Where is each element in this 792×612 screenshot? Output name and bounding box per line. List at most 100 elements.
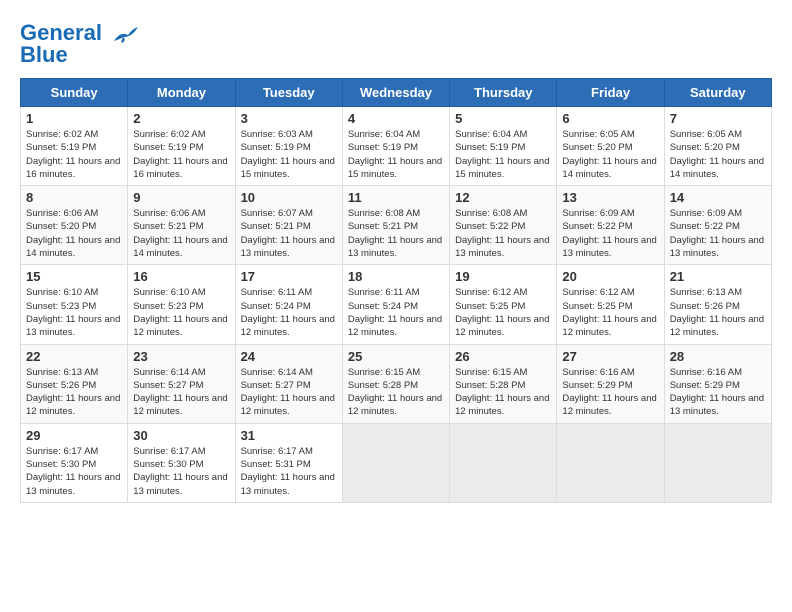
- day-info: Sunrise: 6:02 AM Sunset: 5:19 PM Dayligh…: [26, 128, 122, 181]
- calendar-day-cell: 30 Sunrise: 6:17 AM Sunset: 5:30 PM Dayl…: [128, 423, 235, 502]
- calendar-week-row: 1 Sunrise: 6:02 AM Sunset: 5:19 PM Dayli…: [21, 107, 772, 186]
- calendar-week-row: 29 Sunrise: 6:17 AM Sunset: 5:30 PM Dayl…: [21, 423, 772, 502]
- day-info: Sunrise: 6:09 AM Sunset: 5:22 PM Dayligh…: [562, 207, 658, 260]
- day-info: Sunrise: 6:13 AM Sunset: 5:26 PM Dayligh…: [26, 366, 122, 419]
- day-number: 6: [562, 111, 658, 126]
- calendar-day-cell: [664, 423, 771, 502]
- day-info: Sunrise: 6:11 AM Sunset: 5:24 PM Dayligh…: [241, 286, 337, 339]
- day-info: Sunrise: 6:10 AM Sunset: 5:23 PM Dayligh…: [133, 286, 229, 339]
- day-number: 10: [241, 190, 337, 205]
- calendar-day-cell: 20 Sunrise: 6:12 AM Sunset: 5:25 PM Dayl…: [557, 265, 664, 344]
- calendar-day-cell: [450, 423, 557, 502]
- day-info: Sunrise: 6:17 AM Sunset: 5:30 PM Dayligh…: [133, 445, 229, 498]
- day-info: Sunrise: 6:04 AM Sunset: 5:19 PM Dayligh…: [455, 128, 551, 181]
- day-info: Sunrise: 6:10 AM Sunset: 5:23 PM Dayligh…: [26, 286, 122, 339]
- calendar-header-row: SundayMondayTuesdayWednesdayThursdayFrid…: [21, 79, 772, 107]
- day-info: Sunrise: 6:12 AM Sunset: 5:25 PM Dayligh…: [455, 286, 551, 339]
- calendar-day-cell: 12 Sunrise: 6:08 AM Sunset: 5:22 PM Dayl…: [450, 186, 557, 265]
- day-number: 15: [26, 269, 122, 284]
- day-info: Sunrise: 6:11 AM Sunset: 5:24 PM Dayligh…: [348, 286, 444, 339]
- day-number: 7: [670, 111, 766, 126]
- calendar-day-cell: 25 Sunrise: 6:15 AM Sunset: 5:28 PM Dayl…: [342, 344, 449, 423]
- day-info: Sunrise: 6:06 AM Sunset: 5:20 PM Dayligh…: [26, 207, 122, 260]
- calendar-day-cell: 7 Sunrise: 6:05 AM Sunset: 5:20 PM Dayli…: [664, 107, 771, 186]
- day-info: Sunrise: 6:03 AM Sunset: 5:19 PM Dayligh…: [241, 128, 337, 181]
- day-info: Sunrise: 6:16 AM Sunset: 5:29 PM Dayligh…: [670, 366, 766, 419]
- day-number: 9: [133, 190, 229, 205]
- weekday-header: Saturday: [664, 79, 771, 107]
- day-number: 11: [348, 190, 444, 205]
- calendar-day-cell: 14 Sunrise: 6:09 AM Sunset: 5:22 PM Dayl…: [664, 186, 771, 265]
- day-info: Sunrise: 6:05 AM Sunset: 5:20 PM Dayligh…: [562, 128, 658, 181]
- day-number: 5: [455, 111, 551, 126]
- calendar-table: SundayMondayTuesdayWednesdayThursdayFrid…: [20, 78, 772, 503]
- page-header: General Blue: [20, 20, 772, 68]
- calendar-day-cell: [342, 423, 449, 502]
- day-info: Sunrise: 6:07 AM Sunset: 5:21 PM Dayligh…: [241, 207, 337, 260]
- day-number: 20: [562, 269, 658, 284]
- day-number: 22: [26, 349, 122, 364]
- weekday-header: Sunday: [21, 79, 128, 107]
- day-number: 14: [670, 190, 766, 205]
- day-number: 17: [241, 269, 337, 284]
- calendar-day-cell: 16 Sunrise: 6:10 AM Sunset: 5:23 PM Dayl…: [128, 265, 235, 344]
- day-info: Sunrise: 6:17 AM Sunset: 5:30 PM Dayligh…: [26, 445, 122, 498]
- calendar-day-cell: 3 Sunrise: 6:03 AM Sunset: 5:19 PM Dayli…: [235, 107, 342, 186]
- calendar-day-cell: 23 Sunrise: 6:14 AM Sunset: 5:27 PM Dayl…: [128, 344, 235, 423]
- calendar-day-cell: 29 Sunrise: 6:17 AM Sunset: 5:30 PM Dayl…: [21, 423, 128, 502]
- day-info: Sunrise: 6:12 AM Sunset: 5:25 PM Dayligh…: [562, 286, 658, 339]
- day-info: Sunrise: 6:08 AM Sunset: 5:22 PM Dayligh…: [455, 207, 551, 260]
- day-info: Sunrise: 6:13 AM Sunset: 5:26 PM Dayligh…: [670, 286, 766, 339]
- day-number: 4: [348, 111, 444, 126]
- day-info: Sunrise: 6:14 AM Sunset: 5:27 PM Dayligh…: [241, 366, 337, 419]
- weekday-header: Friday: [557, 79, 664, 107]
- calendar-day-cell: 11 Sunrise: 6:08 AM Sunset: 5:21 PM Dayl…: [342, 186, 449, 265]
- day-info: Sunrise: 6:15 AM Sunset: 5:28 PM Dayligh…: [348, 366, 444, 419]
- calendar-day-cell: 1 Sunrise: 6:02 AM Sunset: 5:19 PM Dayli…: [21, 107, 128, 186]
- calendar-week-row: 22 Sunrise: 6:13 AM Sunset: 5:26 PM Dayl…: [21, 344, 772, 423]
- calendar-day-cell: [557, 423, 664, 502]
- logo: General Blue: [20, 20, 138, 68]
- calendar-day-cell: 4 Sunrise: 6:04 AM Sunset: 5:19 PM Dayli…: [342, 107, 449, 186]
- day-number: 25: [348, 349, 444, 364]
- day-info: Sunrise: 6:15 AM Sunset: 5:28 PM Dayligh…: [455, 366, 551, 419]
- day-number: 16: [133, 269, 229, 284]
- day-info: Sunrise: 6:05 AM Sunset: 5:20 PM Dayligh…: [670, 128, 766, 181]
- day-info: Sunrise: 6:06 AM Sunset: 5:21 PM Dayligh…: [133, 207, 229, 260]
- calendar-day-cell: 19 Sunrise: 6:12 AM Sunset: 5:25 PM Dayl…: [450, 265, 557, 344]
- calendar-day-cell: 18 Sunrise: 6:11 AM Sunset: 5:24 PM Dayl…: [342, 265, 449, 344]
- day-number: 26: [455, 349, 551, 364]
- calendar-week-row: 8 Sunrise: 6:06 AM Sunset: 5:20 PM Dayli…: [21, 186, 772, 265]
- calendar-day-cell: 15 Sunrise: 6:10 AM Sunset: 5:23 PM Dayl…: [21, 265, 128, 344]
- weekday-header: Wednesday: [342, 79, 449, 107]
- calendar-day-cell: 27 Sunrise: 6:16 AM Sunset: 5:29 PM Dayl…: [557, 344, 664, 423]
- logo-blue-text: Blue: [20, 42, 68, 68]
- day-number: 18: [348, 269, 444, 284]
- day-number: 1: [26, 111, 122, 126]
- day-number: 12: [455, 190, 551, 205]
- day-info: Sunrise: 6:16 AM Sunset: 5:29 PM Dayligh…: [562, 366, 658, 419]
- day-number: 24: [241, 349, 337, 364]
- day-number: 23: [133, 349, 229, 364]
- day-number: 8: [26, 190, 122, 205]
- calendar-day-cell: 26 Sunrise: 6:15 AM Sunset: 5:28 PM Dayl…: [450, 344, 557, 423]
- day-number: 2: [133, 111, 229, 126]
- day-number: 29: [26, 428, 122, 443]
- day-number: 28: [670, 349, 766, 364]
- calendar-day-cell: 17 Sunrise: 6:11 AM Sunset: 5:24 PM Dayl…: [235, 265, 342, 344]
- calendar-day-cell: 28 Sunrise: 6:16 AM Sunset: 5:29 PM Dayl…: [664, 344, 771, 423]
- calendar-day-cell: 5 Sunrise: 6:04 AM Sunset: 5:19 PM Dayli…: [450, 107, 557, 186]
- calendar-day-cell: 24 Sunrise: 6:14 AM Sunset: 5:27 PM Dayl…: [235, 344, 342, 423]
- calendar-day-cell: 13 Sunrise: 6:09 AM Sunset: 5:22 PM Dayl…: [557, 186, 664, 265]
- day-info: Sunrise: 6:17 AM Sunset: 5:31 PM Dayligh…: [241, 445, 337, 498]
- bird-icon: [110, 23, 138, 45]
- weekday-header: Thursday: [450, 79, 557, 107]
- day-info: Sunrise: 6:04 AM Sunset: 5:19 PM Dayligh…: [348, 128, 444, 181]
- calendar-day-cell: 8 Sunrise: 6:06 AM Sunset: 5:20 PM Dayli…: [21, 186, 128, 265]
- day-info: Sunrise: 6:08 AM Sunset: 5:21 PM Dayligh…: [348, 207, 444, 260]
- calendar-day-cell: 2 Sunrise: 6:02 AM Sunset: 5:19 PM Dayli…: [128, 107, 235, 186]
- day-info: Sunrise: 6:02 AM Sunset: 5:19 PM Dayligh…: [133, 128, 229, 181]
- weekday-header: Monday: [128, 79, 235, 107]
- calendar-day-cell: 31 Sunrise: 6:17 AM Sunset: 5:31 PM Dayl…: [235, 423, 342, 502]
- calendar-day-cell: 21 Sunrise: 6:13 AM Sunset: 5:26 PM Dayl…: [664, 265, 771, 344]
